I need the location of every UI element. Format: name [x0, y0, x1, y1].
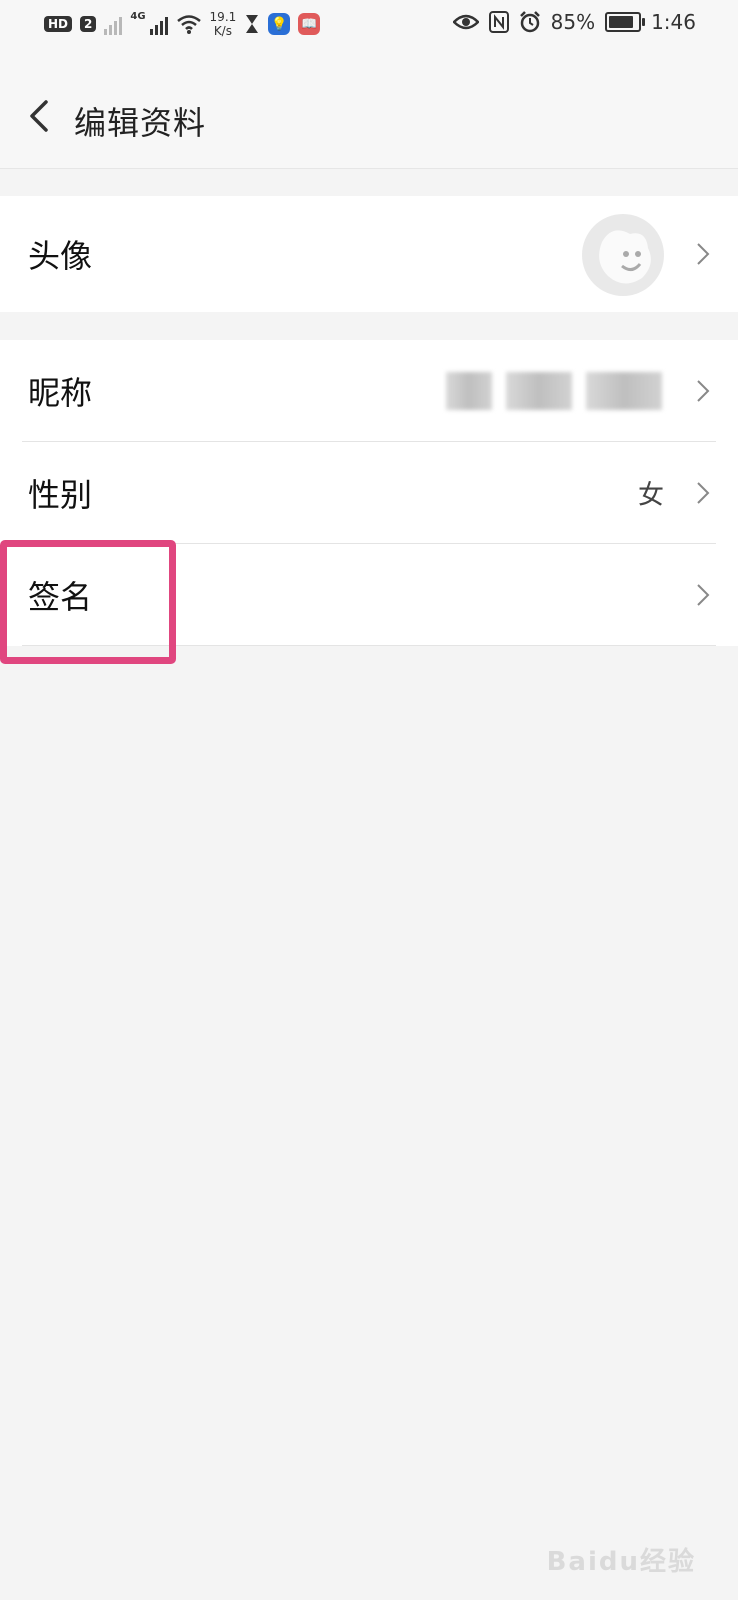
signature-row[interactable]: 签名	[0, 544, 738, 646]
status-right: 85% 1:46	[452, 10, 696, 34]
book-icon: 📖	[298, 13, 321, 35]
avatar-section: 头像	[0, 196, 738, 312]
page-header: 编辑资料	[0, 54, 738, 169]
chevron-right-icon	[697, 584, 710, 606]
alarm-icon	[519, 11, 540, 33]
speed-value: 19.1	[209, 10, 237, 24]
gender-row[interactable]: 性别 女	[0, 442, 738, 544]
sim2-badge: 2	[80, 16, 97, 32]
battery-icon	[605, 12, 646, 32]
avatar	[582, 214, 664, 296]
chevron-right-icon	[697, 482, 710, 504]
gender-value: 女	[637, 480, 664, 511]
avatar-row[interactable]: 头像	[0, 196, 738, 312]
signal-icon	[149, 13, 168, 35]
clock: 1:46	[651, 10, 696, 34]
chevron-left-icon[interactable]	[26, 96, 54, 136]
avatar-image	[599, 230, 651, 284]
row-divider	[22, 645, 716, 646]
nfc-icon	[488, 11, 509, 33]
network-speed: 19.1 K/s	[210, 10, 237, 38]
wifi-icon	[176, 15, 201, 34]
speed-unit: K/s	[213, 24, 232, 38]
nickname-row[interactable]: 昵称	[0, 340, 738, 442]
avatar-label: 头像	[28, 237, 93, 275]
page-title: 编辑资料	[74, 104, 207, 142]
battery-percent: 85%	[550, 10, 596, 34]
status-bar: HD 2 4G 19.1 K/s 💡 📖 85% 1:46	[0, 0, 738, 54]
eye-icon	[452, 14, 479, 30]
gender-label: 性别	[28, 476, 93, 514]
status-left: HD 2 4G 19.1 K/s 💡 📖	[44, 10, 321, 38]
signature-label: 签名	[28, 578, 93, 616]
no-signal-icon	[104, 13, 123, 35]
nickname-label: 昵称	[28, 374, 93, 412]
baidu-watermark: Baidu经验	[546, 1547, 696, 1577]
network-type-label: 4G	[130, 10, 146, 22]
nickname-value-blurred	[446, 372, 662, 410]
chevron-right-icon	[697, 380, 710, 402]
chevron-right-icon	[697, 243, 710, 265]
profile-section: 昵称 性别 女 签名	[0, 340, 738, 646]
hourglass-icon	[246, 15, 259, 33]
hd-badge: HD	[44, 16, 73, 32]
lightbulb-icon: 💡	[268, 13, 291, 35]
